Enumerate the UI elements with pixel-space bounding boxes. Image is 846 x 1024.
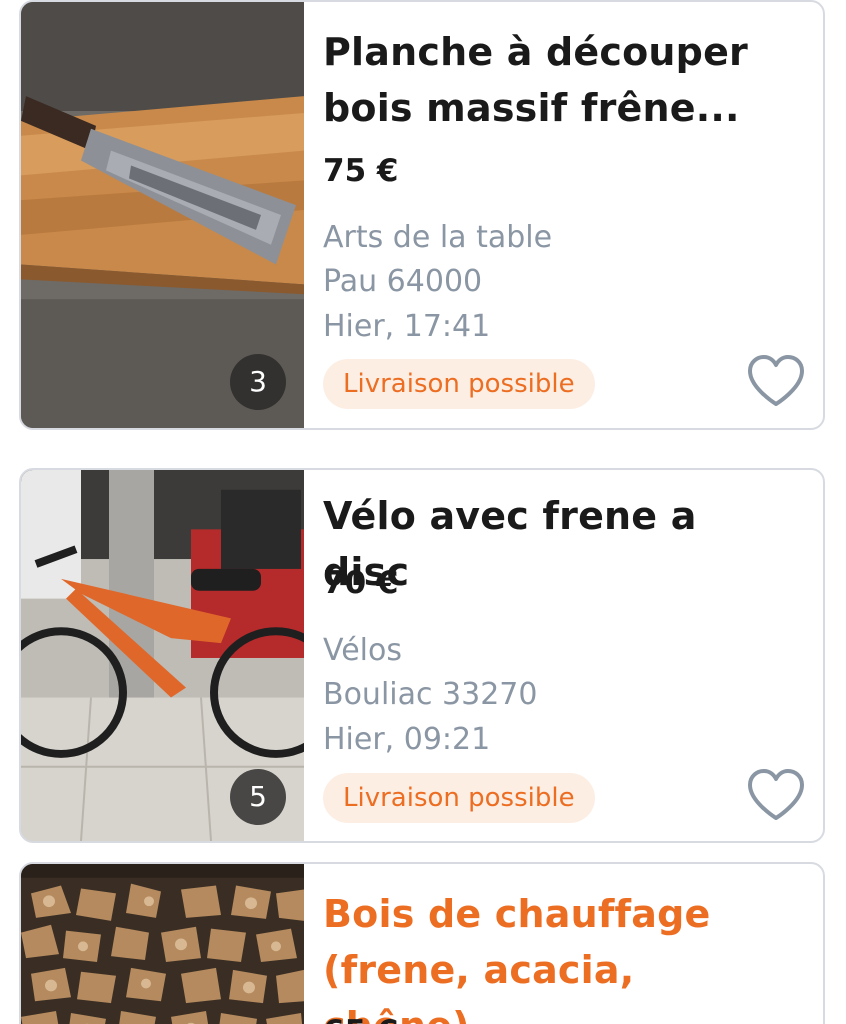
listing-card[interactable]: 5 Vélo avec frene a disc 70 € Vélos Boul… [19,468,825,843]
listing-card[interactable]: 3 Planche à découper bois massif frêne..… [19,0,825,430]
photo-count-badge: 3 [230,354,286,410]
listing-price: 70 € [323,565,399,601]
listing-photo[interactable] [21,864,304,1024]
listing-info: Bois de chauffage (frene, acacia, chêne)… [323,864,823,1024]
delivery-badge: Livraison possible [323,359,595,409]
firewood-photo [21,864,304,1024]
listing-date: Hier, 17:41 [323,309,491,344]
listing-category: Arts de la table [323,220,553,255]
photo-count-badge: 5 [230,769,286,825]
listing-photo[interactable]: 5 [21,470,304,841]
listing-category: Vélos [323,633,402,668]
listing-list: 3 Planche à découper bois massif frêne..… [0,0,846,1024]
listing-price: 65 € [323,1012,399,1024]
listing-title[interactable]: Planche à découper bois massif frêne... [323,24,763,136]
favorite-button[interactable] [747,768,805,822]
listing-date: Hier, 09:21 [323,722,491,757]
listing-location: Bouliac 33270 [323,677,538,712]
listing-info: Vélo avec frene a disc 70 € Vélos Boulia… [323,470,823,841]
delivery-badge: Livraison possible [323,773,595,823]
listing-photo[interactable]: 3 [21,2,304,428]
listing-title[interactable]: Bois de chauffage (frene, acacia, chêne) [323,886,763,1024]
listing-location: Pau 64000 [323,264,483,299]
listing-info: Planche à découper bois massif frêne... … [323,2,823,428]
listing-price: 75 € [323,153,399,189]
listing-card[interactable]: Bois de chauffage (frene, acacia, chêne)… [19,862,825,1024]
favorite-button[interactable] [747,354,805,408]
heart-outline-icon [748,355,804,406]
heart-outline-icon [748,769,804,820]
